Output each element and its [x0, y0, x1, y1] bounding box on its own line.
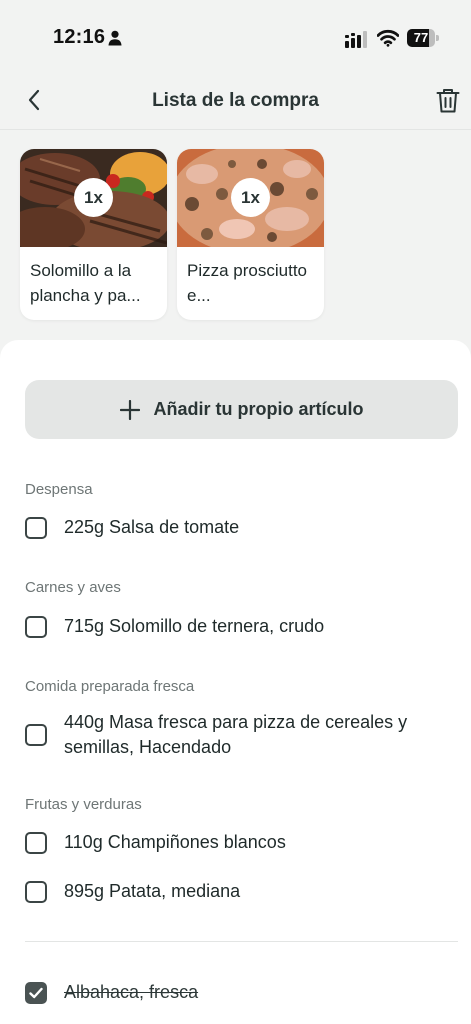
- list-item[interactable]: 715g Solomillo de ternera, crudo: [25, 614, 455, 639]
- add-own-item-button[interactable]: Añadir tu propio artículo: [25, 380, 458, 439]
- divider: [25, 941, 458, 942]
- recipe-name: Solomillo a la plancha y pa...: [30, 261, 141, 305]
- list-item-text: 715g Solomillo de ternera, crudo: [64, 616, 325, 636]
- section-title-carnes: Carnes y aves: [25, 579, 121, 596]
- status-time: 12:16: [53, 26, 106, 48]
- list-item-text: 110g Champiñones blancos: [64, 832, 286, 852]
- page-title: Lista de la compra: [152, 90, 319, 111]
- battery-indicator: 77: [407, 29, 440, 47]
- list-item-text: 225g Salsa de tomate: [64, 517, 240, 537]
- section-title-despensa: Despensa: [25, 481, 93, 498]
- wifi-icon: [376, 29, 400, 52]
- person-icon: [108, 30, 122, 51]
- nav-bar: Lista de la compra: [0, 76, 471, 130]
- list-item-checked[interactable]: Albahaca, fresca: [25, 980, 455, 1005]
- recipe-card-pizza[interactable]: 1x Pizza prosciutto e...: [177, 149, 324, 320]
- checkbox[interactable]: [25, 724, 47, 746]
- section-title-frutas: Frutas y verduras: [25, 796, 142, 813]
- checkbox-checked[interactable]: [25, 981, 47, 1004]
- recipe-quantity-badge: 1x: [74, 178, 113, 217]
- recipe-quantity-badge: 1x: [231, 178, 270, 217]
- list-item-text: 895g Patata, mediana: [64, 881, 241, 901]
- battery-level: 77: [413, 30, 429, 45]
- checkbox[interactable]: [25, 615, 47, 638]
- list-item[interactable]: 110g Champiñones blancos: [25, 830, 455, 855]
- section-title-comida-preparada: Comida preparada fresca: [25, 678, 195, 695]
- signal-icon: [345, 31, 369, 54]
- recipe-card-solomillo[interactable]: 1x Solomillo a la plancha y pa...: [20, 149, 167, 320]
- list-item[interactable]: 895g Patata, mediana: [25, 879, 455, 904]
- add-own-item-label: Añadir tu propio artículo: [153, 399, 364, 419]
- status-bar: 12:16 77: [0, 0, 471, 76]
- list-item-text: Albahaca, fresca: [64, 982, 199, 1002]
- trash-icon: [436, 88, 460, 119]
- checkbox[interactable]: [25, 880, 47, 903]
- pizza-photo: 1x: [177, 149, 324, 247]
- delete-list-button[interactable]: [432, 87, 464, 119]
- checkmark-icon: [29, 987, 43, 998]
- grilled-steak-photo: 1x: [20, 149, 167, 247]
- plus-icon: [119, 399, 140, 420]
- recipes-strip: 1x Solomillo a la plancha y pa... 1x Piz…: [0, 131, 471, 341]
- shopping-list-panel: Añadir tu propio artículo Despensa 225g …: [0, 340, 471, 1024]
- list-item[interactable]: 440g Masa fresca para pizza de cereales …: [25, 710, 455, 760]
- checkbox[interactable]: [25, 831, 47, 854]
- checkbox[interactable]: [25, 516, 47, 539]
- recipe-name: Pizza prosciutto e...: [187, 261, 307, 305]
- list-item[interactable]: 225g Salsa de tomate: [25, 515, 455, 540]
- list-item-text: 440g Masa fresca para pizza de cereales …: [64, 712, 408, 757]
